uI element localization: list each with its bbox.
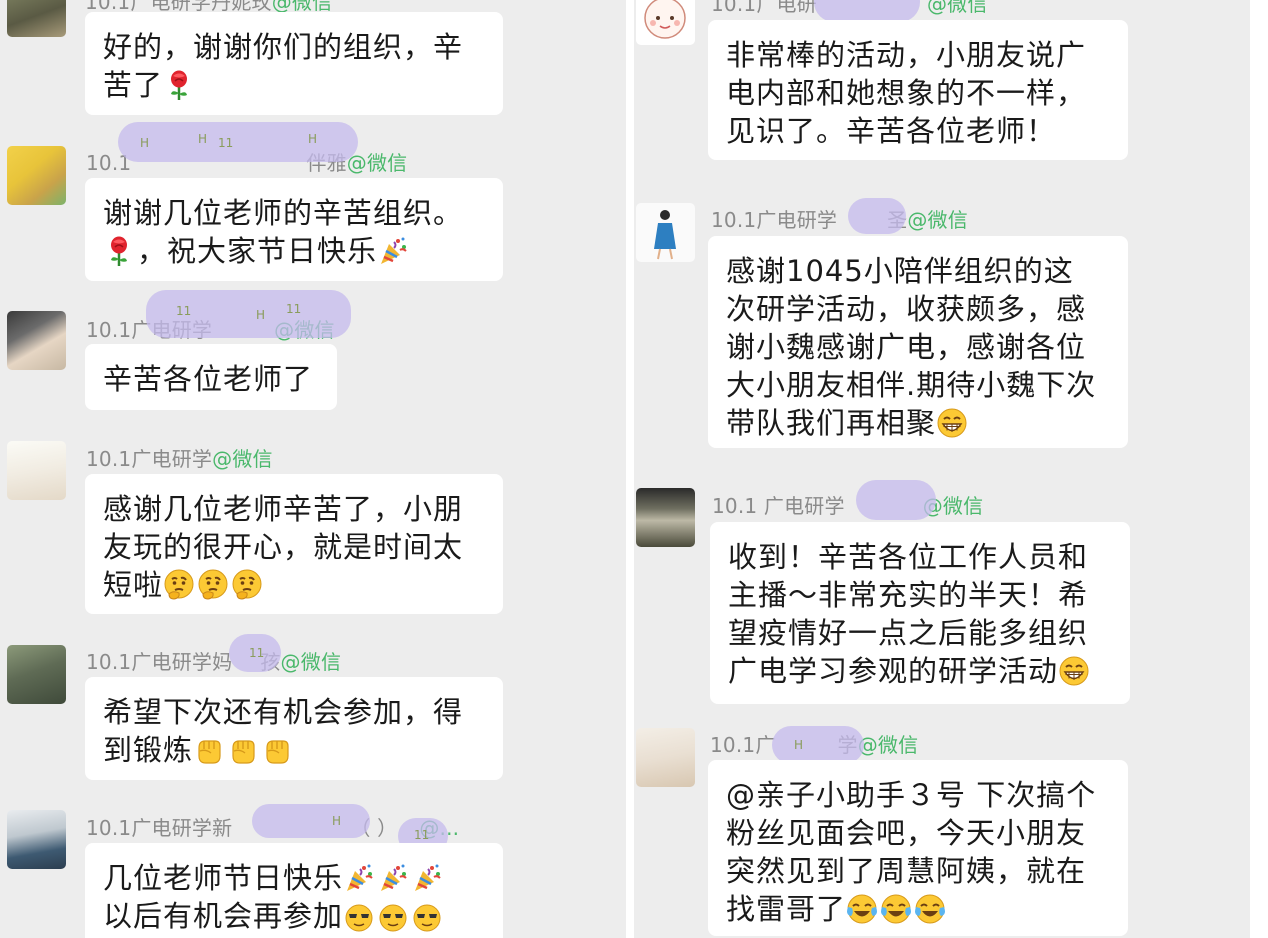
thinking-face-icon [231, 569, 263, 601]
avatar[interactable] [636, 0, 695, 45]
666-face-icon [377, 900, 409, 932]
chat-panel-left[interactable]: 10.1广电研学丹妮玫@微信 好的，谢谢你们的组织，辛 苦了 10.1 伴雅@微信… [0, 0, 626, 938]
rose-icon [163, 69, 195, 101]
laughing-crying-face-icon [914, 893, 946, 925]
source-tag: @微信 [926, 0, 988, 16]
avatar[interactable] [7, 0, 66, 37]
name-redaction-sticker [814, 0, 920, 22]
source-tag: @微信 [212, 447, 273, 471]
cartoon-girl-icon [644, 0, 686, 39]
avatar[interactable] [7, 441, 66, 500]
grinning-face-icon [936, 407, 968, 439]
sender-name: 10.1广电研学圣@微信 [711, 208, 968, 232]
laughing-crying-face-icon [846, 893, 878, 925]
avatar[interactable] [636, 488, 695, 547]
message-bubble[interactable]: 希望下次还有机会参加，得 到锻炼 [85, 677, 503, 780]
message-bubble[interactable]: 收到！辛苦各位工作人员和 主播～非常充实的半天！希 望疫情好一点之后能多组织 广… [710, 522, 1130, 704]
name-redaction-sticker: 11 H 11 [146, 290, 351, 338]
avatar[interactable] [7, 311, 66, 370]
message-bubble[interactable]: 好的，谢谢你们的组织，辛 苦了 [85, 12, 503, 115]
message-bubble[interactable]: 非常棒的活动，小朋友说广 电内部和她想象的不一样， 见识了。辛苦各位老师！ [708, 20, 1128, 160]
name-redaction-sticker [856, 480, 936, 520]
sender-name: 10.1广电研学@微信 [86, 447, 273, 471]
fist-icon [261, 734, 293, 766]
avatar[interactable] [7, 146, 66, 205]
name-redaction-sticker: H H 11 H [118, 122, 358, 162]
grinning-face-icon [1058, 655, 1090, 687]
avatar[interactable] [7, 645, 66, 704]
rose-icon [103, 235, 135, 267]
message-bubble[interactable]: 感谢1045小陪伴组织的这 次研学活动，收获颇多，感 谢小魏感谢广电，感谢各位 … [708, 236, 1128, 448]
message-bubble[interactable]: 谢谢几位老师的辛苦组织。 ，祝大家节日快乐 [85, 178, 503, 281]
source-tag: @微信 [907, 208, 968, 232]
avatar[interactable] [636, 203, 695, 262]
source-tag: @微信 [857, 733, 919, 757]
message-bubble[interactable]: 几位老师节日快乐 以后有机会再参加 [85, 843, 503, 938]
avatar[interactable] [7, 810, 66, 869]
message-bubble[interactable]: 感谢几位老师辛苦了，小朋 友玩的很开心，就是时间太 短啦 [85, 474, 503, 614]
party-popper-icon [343, 862, 375, 894]
message-bubble[interactable]: @亲子小助手３号 下次搞个 粉丝见面会吧，今天小朋友 突然见到了周慧阿姨，就在 … [708, 760, 1128, 936]
666-face-icon [411, 900, 443, 932]
source-tag: @微信 [346, 151, 408, 175]
name-redaction-sticker [848, 198, 906, 234]
source-tag: @微信 [280, 650, 342, 674]
message-bubble[interactable]: 辛苦各位老师了 [85, 344, 337, 410]
sender-name: 10.1 广电研学 @微信 [712, 494, 984, 518]
party-popper-icon [377, 862, 409, 894]
fist-icon [193, 734, 225, 766]
avatar[interactable] [636, 728, 695, 787]
fist-icon [227, 734, 259, 766]
thinking-face-icon [197, 569, 229, 601]
thinking-face-icon [163, 569, 195, 601]
party-popper-icon [411, 862, 443, 894]
laughing-crying-face-icon [880, 893, 912, 925]
name-redaction-sticker: H [252, 804, 370, 838]
name-redaction-sticker: 11 [229, 634, 281, 672]
cartoon-figure-icon [654, 210, 676, 260]
chat-panel-right[interactable]: 10.1广电研 @微信 非常棒的活动，小朋友说广 电内部和她想象的不一样， 见识了… [634, 0, 1250, 938]
name-redaction-sticker: H [772, 726, 864, 764]
sender-name: 10.1广电研学妈孩@微信 [86, 650, 342, 674]
party-popper-icon [377, 235, 409, 267]
666-face-icon [343, 900, 375, 932]
